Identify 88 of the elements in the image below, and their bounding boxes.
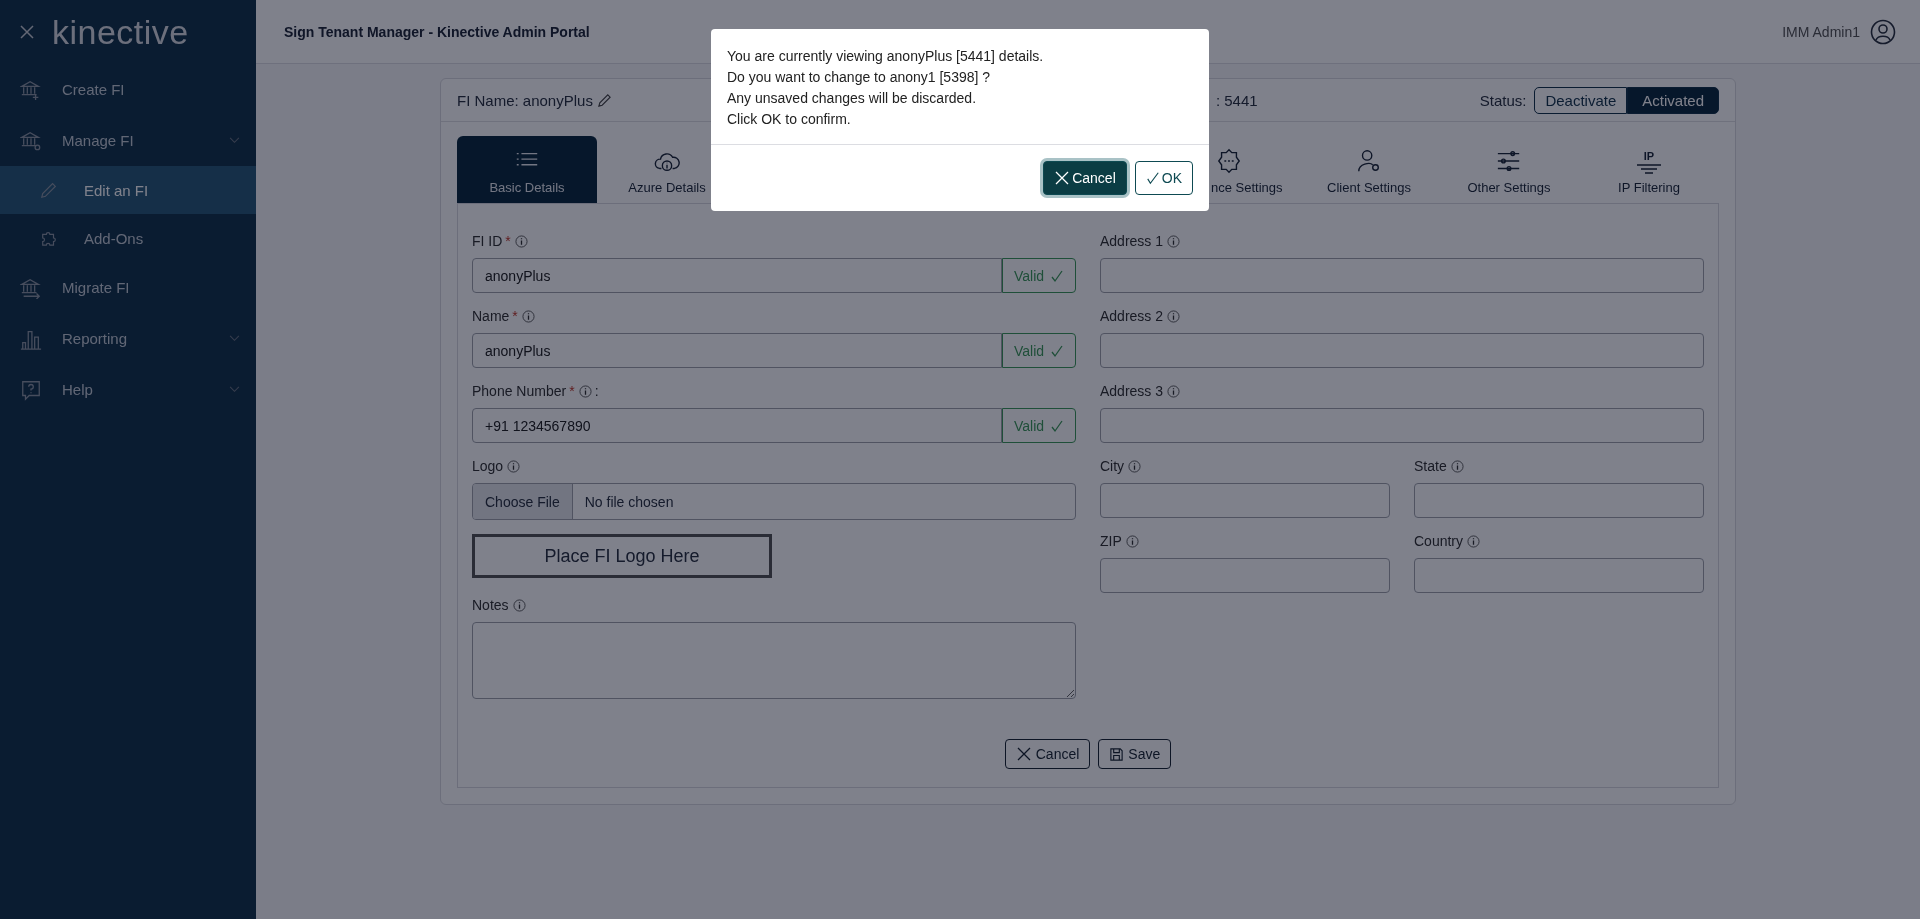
info-icon[interactable] (1128, 459, 1142, 473)
logo-drop-field[interactable]: Place FI Logo Here (472, 534, 772, 578)
dialog-message: Click OK to confirm. (727, 110, 852, 129)
fi-name: FI Name: anonyPlus (457, 91, 593, 109)
file-status: No file chosen (583, 492, 675, 512)
field-label: Country (1414, 533, 1464, 549)
info-icon[interactable] (1167, 384, 1181, 398)
input-field[interactable] (1100, 558, 1390, 593)
dialog-message: Any unsaved changes will be discarded. (727, 89, 978, 108)
cancel-button[interactable]: Cancel (1043, 161, 1127, 195)
notes-field[interactable] (472, 622, 1076, 699)
help-icon (20, 378, 42, 401)
tab[interactable]: Client Settings (1299, 136, 1439, 203)
info-icon[interactable] (1450, 459, 1464, 473)
cancel-button[interactable]: Cancel (1004, 739, 1091, 769)
status-toggle[interactable]: Deactivate (1534, 86, 1628, 114)
gear-icon (1216, 148, 1242, 174)
required-mark: * (505, 233, 511, 249)
info-icon[interactable] (1167, 309, 1181, 323)
pencil-icon (40, 181, 58, 199)
input-field[interactable] (1100, 333, 1704, 368)
sidebar-item[interactable]: Migrate FI (0, 262, 256, 313)
info-icon[interactable] (514, 234, 528, 248)
field-label: Address 2 (1100, 308, 1164, 324)
input-field[interactable]: +91 1234567890 (472, 408, 1002, 443)
info-icon[interactable] (512, 598, 526, 612)
sidebar-item[interactable]: Reporting (0, 313, 256, 364)
tab[interactable]: Basic Details (457, 136, 597, 203)
info-icon[interactable] (578, 384, 592, 398)
valid-badge: Valid (1002, 258, 1076, 293)
field-label: FI ID (472, 233, 503, 249)
field-label: Address 1 (1100, 233, 1164, 249)
user-avatar-icon[interactable] (1870, 18, 1896, 45)
close-icon[interactable] (20, 25, 34, 39)
input-field[interactable] (1414, 558, 1704, 593)
info-icon[interactable] (1467, 534, 1481, 548)
tab[interactable]: Azure Details (597, 136, 737, 203)
save-button[interactable]: Save (1098, 739, 1172, 769)
status-toggle[interactable]: Activated (1627, 86, 1719, 114)
field-label: City (1100, 458, 1125, 474)
field-label: Name (472, 308, 510, 324)
logo: kinective (52, 12, 189, 52)
user-name[interactable]: IMM Admin1 (1782, 23, 1860, 40)
input-field[interactable]: anonyPlus (472, 333, 1002, 368)
bank-icon (20, 78, 42, 101)
close-icon (1015, 746, 1032, 762)
bank-icon (20, 276, 42, 299)
ok-button[interactable]: OK (1134, 161, 1193, 195)
puzzle-icon (40, 229, 58, 247)
field-label: Logo (472, 458, 504, 474)
bank-icon (20, 129, 42, 152)
info-icon[interactable] (507, 459, 521, 473)
required-mark: * (512, 308, 518, 324)
sidebar-item[interactable]: Create FI (0, 64, 256, 115)
valid-badge: Valid (1002, 408, 1076, 443)
sliders-icon (1496, 148, 1522, 174)
field-label: Phone Number (472, 383, 567, 399)
info-icon[interactable] (1167, 234, 1181, 248)
status-label: Status: (1479, 91, 1527, 109)
sidebar-subitem[interactable]: Edit an FI (0, 166, 256, 214)
field-label: ZIP (1100, 533, 1122, 549)
choose-file-button[interactable]: Choose File (473, 484, 573, 519)
pencil-icon[interactable] (596, 92, 612, 108)
tab[interactable]: IP IP Filtering (1579, 136, 1719, 203)
page-title: Sign Tenant Manager - Kinective Admin Portal (284, 23, 591, 40)
sidebar-subitem[interactable]: Add-Ons (0, 214, 256, 262)
input-field[interactable]: anonyPlus (472, 258, 1002, 293)
check-icon (1145, 171, 1160, 185)
input-field[interactable] (1414, 483, 1704, 518)
tab[interactable]: Other Settings (1439, 136, 1579, 203)
sidebar-item[interactable]: Manage FI (0, 115, 256, 166)
dialog-message: You are currently viewing anonyPlus [5441] details. (727, 47, 1045, 66)
sidebar-item[interactable]: Help (0, 364, 256, 415)
field-label: State (1414, 458, 1447, 474)
input-field[interactable] (1100, 483, 1390, 518)
fi-id-text: : 5441 (1215, 91, 1259, 109)
input-field[interactable] (1100, 408, 1704, 443)
info-icon[interactable] (1125, 534, 1139, 548)
input-field[interactable] (1100, 258, 1704, 293)
required-mark: * (569, 383, 575, 399)
field-label: Notes (472, 597, 509, 613)
field-label: Address 3 (1100, 383, 1164, 399)
label-colon: : (594, 383, 599, 399)
valid-badge: Valid (1002, 333, 1076, 368)
file-input[interactable]: Choose File No file chosen (472, 483, 1076, 520)
close-icon (1054, 170, 1071, 186)
info-icon[interactable] (521, 309, 535, 323)
dialog-message: Do you want to change to anony1 [5398] ? (727, 68, 992, 87)
